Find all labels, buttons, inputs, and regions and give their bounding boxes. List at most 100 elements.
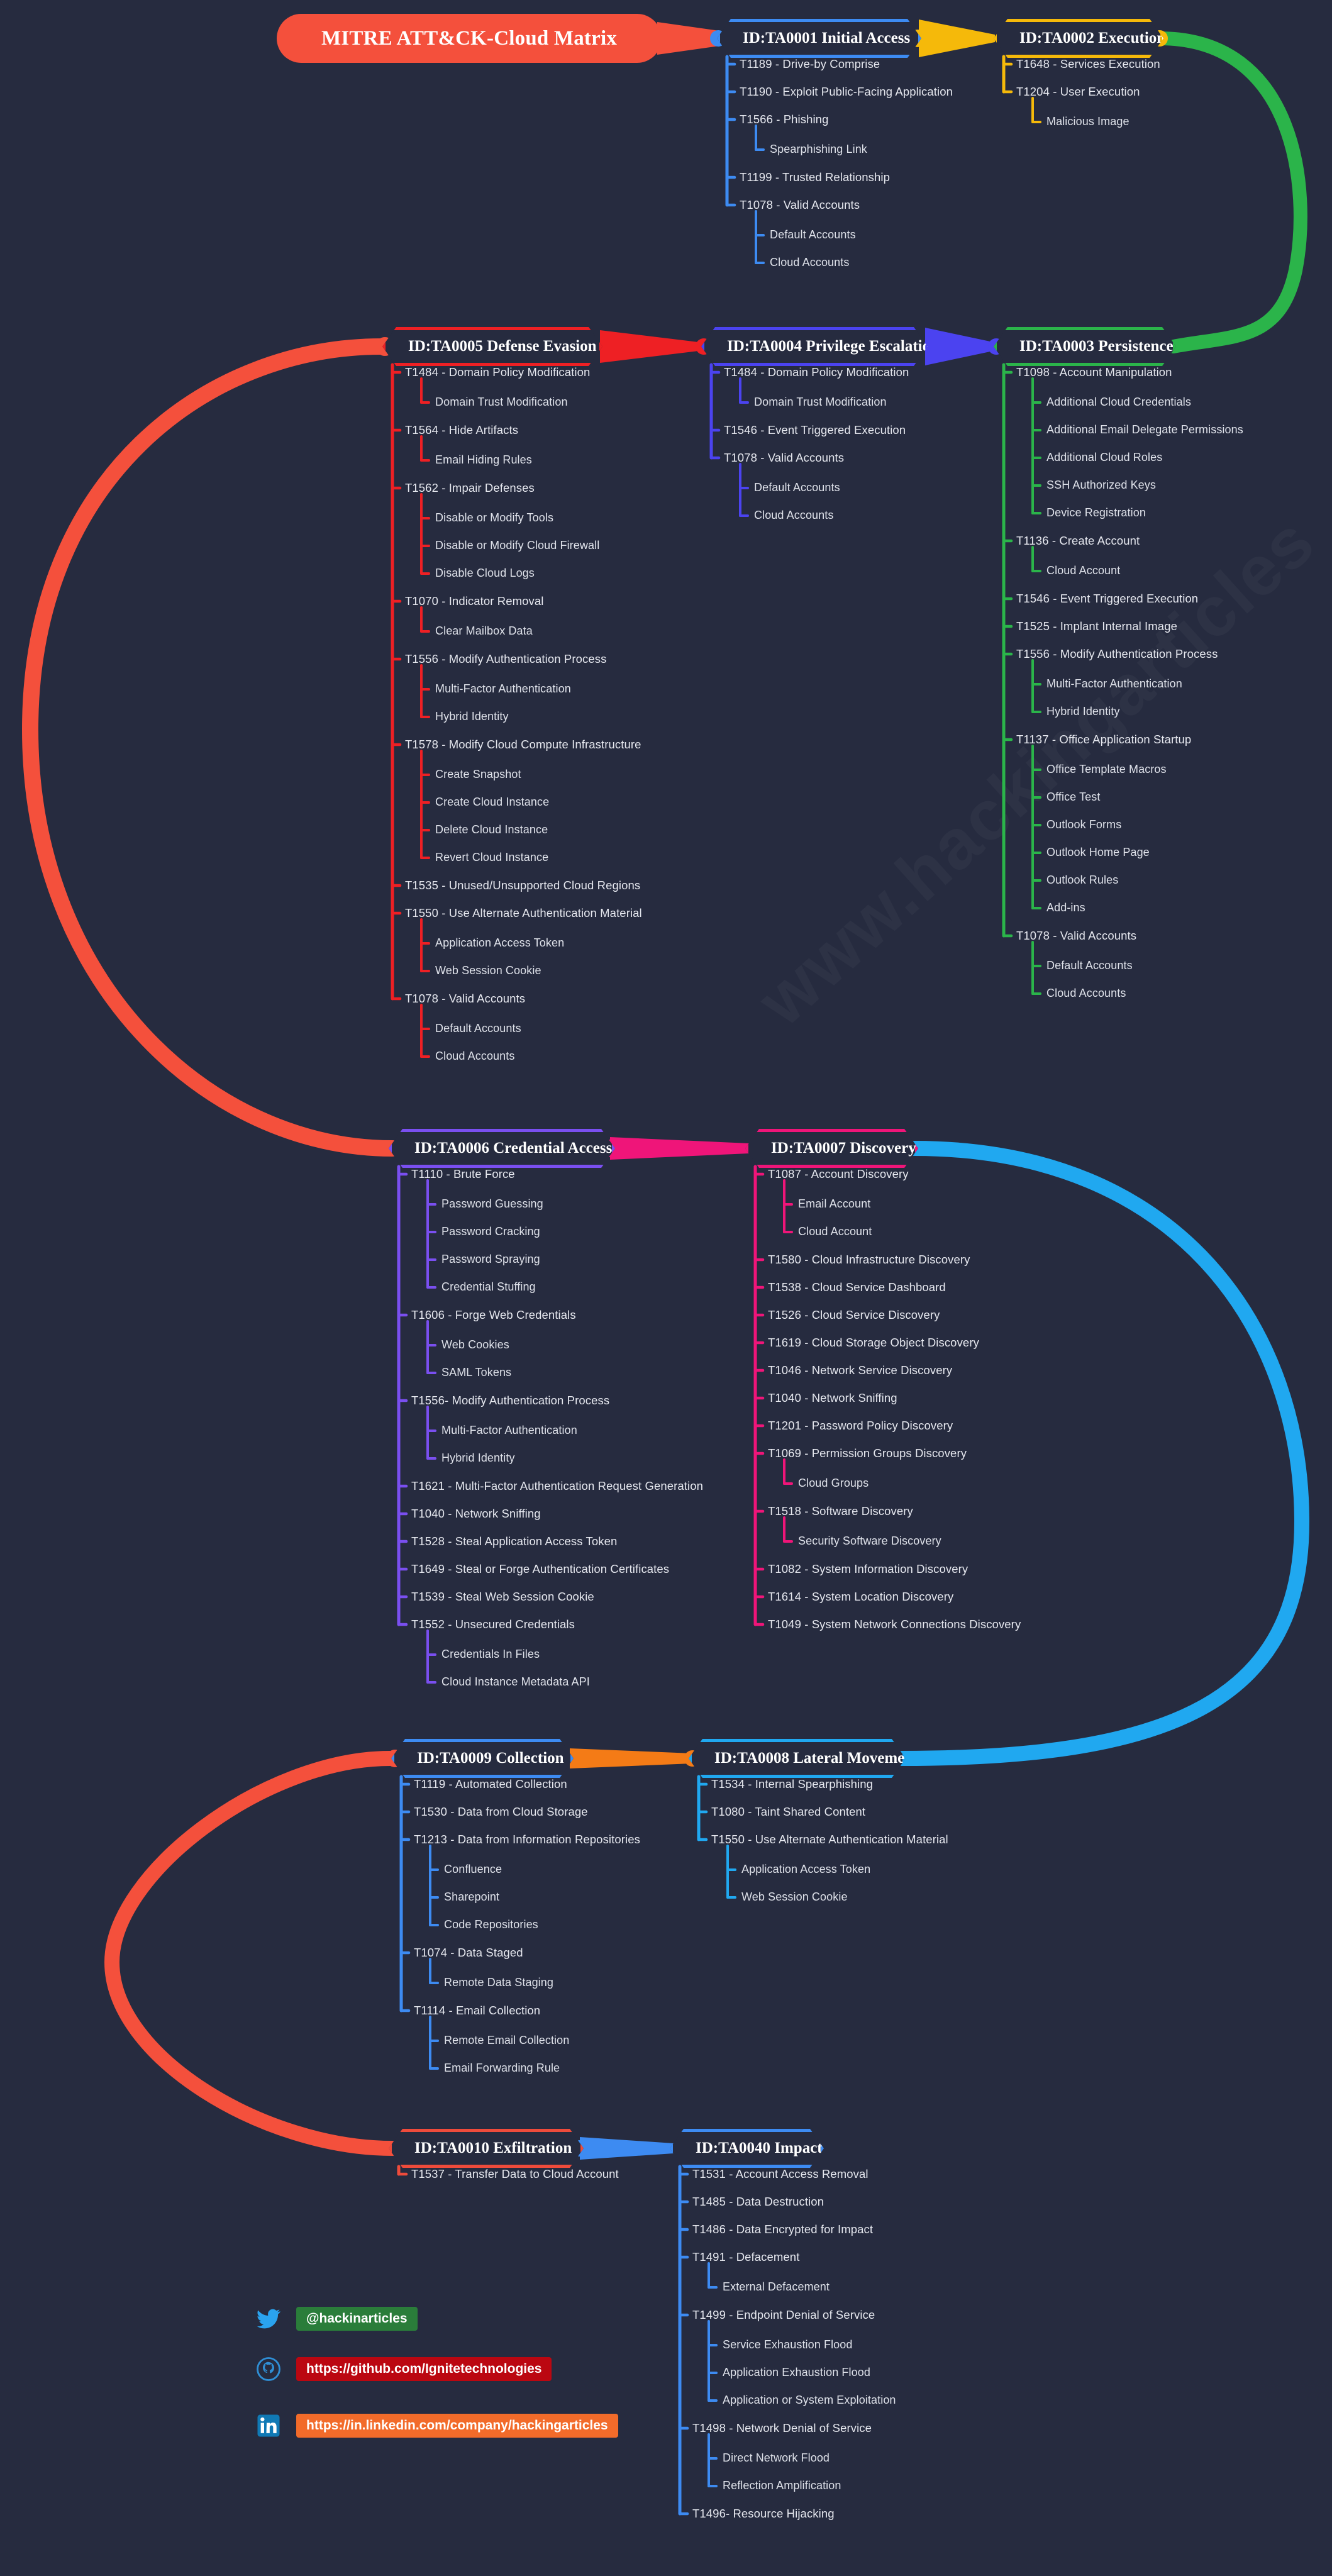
technique-node[interactable]: T1649 - Steal or Forge Authentication Ce… xyxy=(411,1562,669,1576)
technique-node[interactable]: T1556 - Modify Authentication Process xyxy=(1016,647,1218,661)
technique-node[interactable]: T1046 - Network Service Discovery xyxy=(768,1363,952,1377)
sub-technique-node[interactable]: Outlook Home Page xyxy=(1046,846,1150,859)
sub-technique-node[interactable]: Direct Network Flood xyxy=(723,2451,830,2465)
sub-technique-node[interactable]: Web Session Cookie xyxy=(741,1890,848,1904)
technique-node[interactable]: T1082 - System Information Discovery xyxy=(768,1562,968,1576)
sub-technique-node[interactable]: Cloud Instance Metadata API xyxy=(441,1675,590,1689)
sub-technique-node[interactable]: Create Cloud Instance xyxy=(435,796,549,809)
social-link-row[interactable]: @hackinarticles xyxy=(255,2305,418,2333)
sub-technique-node[interactable]: Application Access Token xyxy=(741,1863,870,1876)
technique-node[interactable]: T1078 - Valid Accounts xyxy=(740,198,860,212)
sub-technique-node[interactable]: Delete Cloud Instance xyxy=(435,823,548,836)
sub-technique-node[interactable]: Email Hiding Rules xyxy=(435,453,532,467)
sub-technique-node[interactable]: Email Forwarding Rule xyxy=(444,2062,560,2075)
technique-node[interactable]: T1566 - Phishing xyxy=(740,113,828,126)
sub-technique-node[interactable]: Hybrid Identity xyxy=(1046,705,1120,718)
technique-node[interactable]: T1485 - Data Destruction xyxy=(692,2195,824,2209)
sub-technique-node[interactable]: Hybrid Identity xyxy=(435,710,509,723)
technique-node[interactable]: T1098 - Account Manipulation xyxy=(1016,365,1172,379)
sub-technique-node[interactable]: Application or System Exploitation xyxy=(723,2394,896,2407)
social-link-row[interactable]: https://github.com/Ignitetechnologies xyxy=(255,2355,552,2383)
technique-node[interactable]: T1499 - Endpoint Denial of Service xyxy=(692,2308,875,2322)
sub-technique-node[interactable]: Code Repositories xyxy=(444,1918,538,1931)
sub-technique-node[interactable]: Clear Mailbox Data xyxy=(435,625,533,638)
sub-technique-node[interactable]: Default Accounts xyxy=(435,1022,521,1035)
technique-node[interactable]: T1204 - User Execution xyxy=(1016,85,1140,99)
technique-node[interactable]: T1213 - Data from Information Repositori… xyxy=(414,1833,640,1846)
sub-technique-node[interactable]: Credential Stuffing xyxy=(441,1280,536,1294)
sub-technique-node[interactable]: Add-ins xyxy=(1046,901,1085,914)
sub-technique-node[interactable]: Disable or Modify Cloud Firewall xyxy=(435,539,599,552)
technique-node[interactable]: T1580 - Cloud Infrastructure Discovery xyxy=(768,1253,970,1267)
technique-node[interactable]: T1562 - Impair Defenses xyxy=(405,481,535,495)
technique-node[interactable]: T1496- Resource Hijacking xyxy=(692,2507,835,2521)
technique-node[interactable]: T1546 - Event Triggered Execution xyxy=(724,423,906,437)
technique-node[interactable]: T1199 - Trusted Relationship xyxy=(740,170,890,184)
technique-node[interactable]: T1564 - Hide Artifacts xyxy=(405,423,518,437)
sub-technique-node[interactable]: Disable or Modify Tools xyxy=(435,511,553,525)
tactic-header-ta0002[interactable]: ID:TA0002 Execution xyxy=(994,19,1163,58)
sub-technique-node[interactable]: Remote Data Staging xyxy=(444,1976,553,1989)
sub-technique-node[interactable]: Office Test xyxy=(1046,791,1100,804)
technique-node[interactable]: T1040 - Network Sniffing xyxy=(768,1391,897,1405)
technique-node[interactable]: T1556 - Modify Authentication Process xyxy=(405,652,606,666)
technique-node[interactable]: T1546 - Event Triggered Execution xyxy=(1016,592,1198,606)
sub-technique-node[interactable]: Email Account xyxy=(798,1197,870,1211)
technique-node[interactable]: T1578 - Modify Cloud Compute Infrastruct… xyxy=(405,738,641,752)
sub-technique-node[interactable]: Multi-Factor Authentication xyxy=(435,682,571,696)
sub-technique-node[interactable]: Cloud Accounts xyxy=(1046,987,1126,1000)
sub-technique-node[interactable]: Outlook Forms xyxy=(1046,818,1121,831)
technique-node[interactable]: T1550 - Use Alternate Authentication Mat… xyxy=(711,1833,948,1846)
technique-node[interactable]: T1040 - Network Sniffing xyxy=(411,1507,541,1521)
technique-node[interactable]: T1078 - Valid Accounts xyxy=(1016,929,1136,943)
sub-technique-node[interactable]: Office Template Macros xyxy=(1046,763,1167,776)
social-link-row[interactable]: https://in.linkedin.com/company/hackinga… xyxy=(255,2412,618,2440)
tactic-header-ta0009[interactable]: ID:TA0009 Collection xyxy=(391,1739,574,1778)
sub-technique-node[interactable]: Cloud Accounts xyxy=(754,509,833,522)
technique-node[interactable]: T1137 - Office Application Startup xyxy=(1016,733,1191,747)
sub-technique-node[interactable]: Domain Trust Modification xyxy=(435,396,568,409)
sub-technique-node[interactable]: Cloud Account xyxy=(798,1225,872,1238)
technique-node[interactable]: T1486 - Data Encrypted for Impact xyxy=(692,2223,873,2236)
sub-technique-node[interactable]: Web Cookies xyxy=(441,1338,509,1352)
technique-node[interactable]: T1539 - Steal Web Session Cookie xyxy=(411,1590,594,1604)
sub-technique-node[interactable]: Web Session Cookie xyxy=(435,964,541,977)
technique-node[interactable]: T1528 - Steal Application Access Token xyxy=(411,1535,617,1548)
sub-technique-node[interactable]: Revert Cloud Instance xyxy=(435,851,548,864)
sub-technique-node[interactable]: Spearphishing Link xyxy=(770,143,867,156)
social-link-chip[interactable]: https://github.com/Ignitetechnologies xyxy=(296,2357,552,2381)
technique-node[interactable]: T1484 - Domain Policy Modification xyxy=(405,365,590,379)
technique-node[interactable]: T1189 - Drive-by Comprise xyxy=(740,57,880,71)
sub-technique-node[interactable]: Default Accounts xyxy=(770,228,856,242)
technique-node[interactable]: T1518 - Software Discovery xyxy=(768,1504,913,1518)
technique-node[interactable]: T1119 - Automated Collection xyxy=(414,1777,567,1791)
sub-technique-node[interactable]: Cloud Accounts xyxy=(770,256,849,269)
technique-node[interactable]: T1484 - Domain Policy Modification xyxy=(724,365,909,379)
tactic-header-ta0040[interactable]: ID:TA0040 Impact xyxy=(670,2129,824,2168)
technique-node[interactable]: T1087 - Account Discovery xyxy=(768,1167,909,1181)
sub-technique-node[interactable]: Reflection Amplification xyxy=(723,2479,841,2492)
technique-node[interactable]: T1078 - Valid Accounts xyxy=(724,451,844,465)
technique-node[interactable]: T1648 - Services Execution xyxy=(1016,57,1160,71)
tactic-header-ta0005[interactable]: ID:TA0005 Defense Evasion xyxy=(382,327,602,366)
technique-node[interactable]: T1491 - Defacement xyxy=(692,2250,799,2264)
technique-node[interactable]: T1537 - Transfer Data to Cloud Account xyxy=(411,2167,619,2181)
sub-technique-node[interactable]: External Defacement xyxy=(723,2280,830,2294)
technique-node[interactable]: T1556- Modify Authentication Process xyxy=(411,1394,609,1407)
sub-technique-node[interactable]: Credentials In Files xyxy=(441,1648,540,1661)
sub-technique-node[interactable]: Additional Cloud Roles xyxy=(1046,451,1162,464)
tactic-header-ta0010[interactable]: ID:TA0010 Exfiltration xyxy=(389,2129,584,2168)
technique-node[interactable]: T1190 - Exploit Public-Facing Applicatio… xyxy=(740,85,953,99)
sub-technique-node[interactable]: Cloud Account xyxy=(1046,564,1120,577)
sub-technique-node[interactable]: Domain Trust Modification xyxy=(754,396,887,409)
technique-node[interactable]: T1074 - Data Staged xyxy=(414,1946,523,1960)
sub-technique-node[interactable]: SSH Authorized Keys xyxy=(1046,479,1156,492)
sub-technique-node[interactable]: Additional Cloud Credentials xyxy=(1046,396,1191,409)
sub-technique-node[interactable]: Multi-Factor Authentication xyxy=(441,1424,577,1437)
sub-technique-node[interactable]: Disable Cloud Logs xyxy=(435,567,535,580)
technique-node[interactable]: T1531 - Account Access Removal xyxy=(692,2167,869,2181)
sub-technique-node[interactable]: Default Accounts xyxy=(754,481,840,494)
tactic-header-ta0006[interactable]: ID:TA0006 Credential Access xyxy=(389,1129,615,1168)
tactic-header-ta0007[interactable]: ID:TA0007 Discovery xyxy=(745,1129,918,1168)
technique-node[interactable]: T1619 - Cloud Storage Object Discovery xyxy=(768,1336,979,1350)
